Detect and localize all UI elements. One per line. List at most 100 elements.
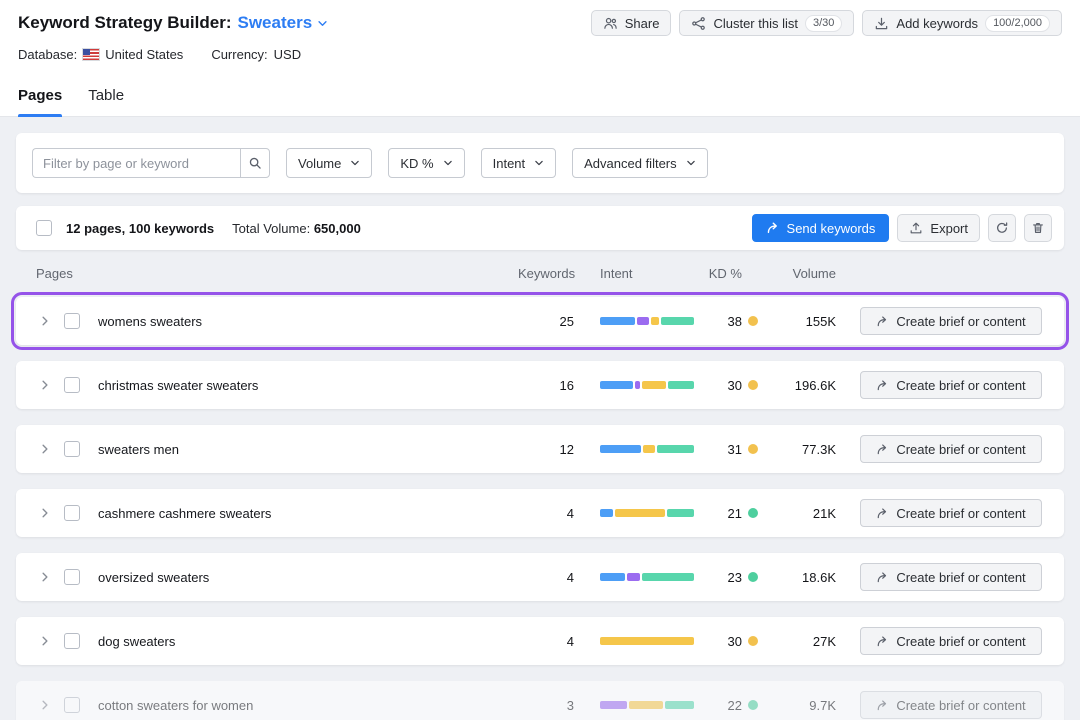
cluster-list-button[interactable]: Cluster this list 3/30 xyxy=(679,10,854,36)
project-picker[interactable]: Sweaters xyxy=(238,13,329,33)
cluster-icon xyxy=(691,16,706,31)
project-name: Sweaters xyxy=(238,13,313,33)
page-name: sweaters men xyxy=(98,442,518,457)
kd-cell: 30 xyxy=(702,634,758,649)
add-keywords-icon xyxy=(874,16,889,31)
search-icon xyxy=(248,156,262,170)
header: Keyword Strategy Builder: Sweaters Share xyxy=(0,0,1080,117)
kd-value: 31 xyxy=(728,442,742,457)
expand-row-icon[interactable] xyxy=(36,507,54,519)
keywords-count: 12 xyxy=(518,442,574,457)
create-brief-button[interactable]: Create brief or content xyxy=(860,563,1042,591)
create-brief-button[interactable]: Create brief or content xyxy=(860,371,1042,399)
volume-value: 18.6K xyxy=(758,570,836,585)
intent-segment-informational xyxy=(600,573,625,581)
column-keywords: Keywords xyxy=(518,266,574,281)
keywords-count: 25 xyxy=(518,314,574,329)
delete-button[interactable] xyxy=(1024,214,1052,242)
intent-segment-commercial xyxy=(642,381,666,389)
volume-filter-dropdown[interactable]: Volume xyxy=(286,148,372,178)
row-checkbox[interactable] xyxy=(64,377,80,393)
intent-bar xyxy=(600,317,694,325)
intent-segment-informational xyxy=(600,445,641,453)
kd-dot-icon xyxy=(748,700,758,710)
create-brief-label: Create brief or content xyxy=(896,378,1025,393)
refresh-button[interactable] xyxy=(988,214,1016,242)
expand-row-icon[interactable] xyxy=(36,635,54,647)
cluster-quota-badge: 3/30 xyxy=(805,15,842,32)
table-row[interactable]: cotton sweaters for women 3 22 9.7K Crea… xyxy=(16,681,1064,720)
intent-filter-dropdown[interactable]: Intent xyxy=(481,148,557,178)
add-keywords-button[interactable]: Add keywords 100/2,000 xyxy=(862,10,1062,36)
send-keywords-button[interactable]: Send keywords xyxy=(752,214,890,242)
kd-dot-icon xyxy=(748,508,758,518)
keywords-count: 4 xyxy=(518,506,574,521)
intent-segment-transactional xyxy=(665,701,694,709)
row-checkbox[interactable] xyxy=(64,441,80,457)
intent-segment-informational xyxy=(600,381,633,389)
create-brief-button[interactable]: Create brief or content xyxy=(860,691,1042,719)
kd-value: 38 xyxy=(728,314,742,329)
tab-pages[interactable]: Pages xyxy=(18,87,62,116)
page-title: Keyword Strategy Builder: Sweaters xyxy=(18,13,328,33)
export-icon xyxy=(909,221,923,235)
share-label: Share xyxy=(625,16,660,31)
keywords-count: 4 xyxy=(518,570,574,585)
export-button[interactable]: Export xyxy=(897,214,980,242)
kd-cell: 30 xyxy=(702,378,758,393)
row-checkbox[interactable] xyxy=(64,569,80,585)
export-label: Export xyxy=(930,221,968,236)
kd-value: 21 xyxy=(728,506,742,521)
row-checkbox[interactable] xyxy=(64,313,80,329)
row-checkbox[interactable] xyxy=(64,505,80,521)
kd-dot-icon xyxy=(748,572,758,582)
tab-table[interactable]: Table xyxy=(88,87,124,116)
expand-row-icon[interactable] xyxy=(36,379,54,391)
expand-row-icon[interactable] xyxy=(36,443,54,455)
filter-search-input[interactable] xyxy=(32,148,240,178)
add-keywords-label: Add keywords xyxy=(896,16,978,31)
table-row[interactable]: oversized sweaters 4 23 18.6K Create bri… xyxy=(16,553,1064,601)
expand-row-icon[interactable] xyxy=(36,571,54,583)
total-volume-value: 650,000 xyxy=(314,221,361,236)
brief-arrow-icon xyxy=(876,379,889,392)
intent-segment-informational xyxy=(600,509,613,517)
intent-segment-transactional xyxy=(661,317,694,325)
row-checkbox[interactable] xyxy=(64,697,80,713)
row-checkbox[interactable] xyxy=(64,633,80,649)
intent-segment-navigational xyxy=(637,317,648,325)
tab-bar: Pages Table xyxy=(0,87,1080,117)
create-brief-button[interactable]: Create brief or content xyxy=(860,499,1042,527)
expand-row-icon[interactable] xyxy=(36,699,54,711)
table-header: Pages Keywords Intent KD % Volume xyxy=(16,250,1064,297)
keywords-count: 3 xyxy=(518,698,574,713)
advanced-filters-dropdown[interactable]: Advanced filters xyxy=(572,148,708,178)
chevron-down-icon xyxy=(534,158,544,168)
kd-filter-dropdown[interactable]: KD % xyxy=(388,148,464,178)
table-row[interactable]: cashmere cashmere sweaters 4 21 21K Crea… xyxy=(16,489,1064,537)
intent-segment-navigational xyxy=(635,381,640,389)
expand-row-icon[interactable] xyxy=(36,315,54,327)
intent-bar xyxy=(600,509,694,517)
share-button[interactable]: Share xyxy=(591,10,672,36)
create-brief-button[interactable]: Create brief or content xyxy=(860,627,1042,655)
refresh-icon xyxy=(995,221,1009,235)
create-brief-button[interactable]: Create brief or content xyxy=(860,307,1042,335)
table-row[interactable]: dog sweaters 4 30 27K Create brief or co… xyxy=(16,617,1064,665)
kd-dot-icon xyxy=(748,636,758,646)
select-all-checkbox[interactable] xyxy=(36,220,52,236)
send-keywords-label: Send keywords xyxy=(787,221,876,236)
search-button[interactable] xyxy=(240,148,270,178)
table-row[interactable]: sweaters men 12 31 77.3K Create brief or… xyxy=(16,425,1064,473)
volume-value: 27K xyxy=(758,634,836,649)
table-row[interactable]: christmas sweater sweaters 16 30 196.6K … xyxy=(16,361,1064,409)
kd-cell: 21 xyxy=(702,506,758,521)
intent-bar xyxy=(600,381,694,389)
chevron-down-icon xyxy=(443,158,453,168)
page-name: womens sweaters xyxy=(98,314,518,329)
create-brief-label: Create brief or content xyxy=(896,570,1025,585)
create-brief-button[interactable]: Create brief or content xyxy=(860,435,1042,463)
create-brief-label: Create brief or content xyxy=(896,634,1025,649)
kd-cell: 23 xyxy=(702,570,758,585)
table-row[interactable]: womens sweaters 25 38 155K Create brief … xyxy=(16,297,1064,345)
